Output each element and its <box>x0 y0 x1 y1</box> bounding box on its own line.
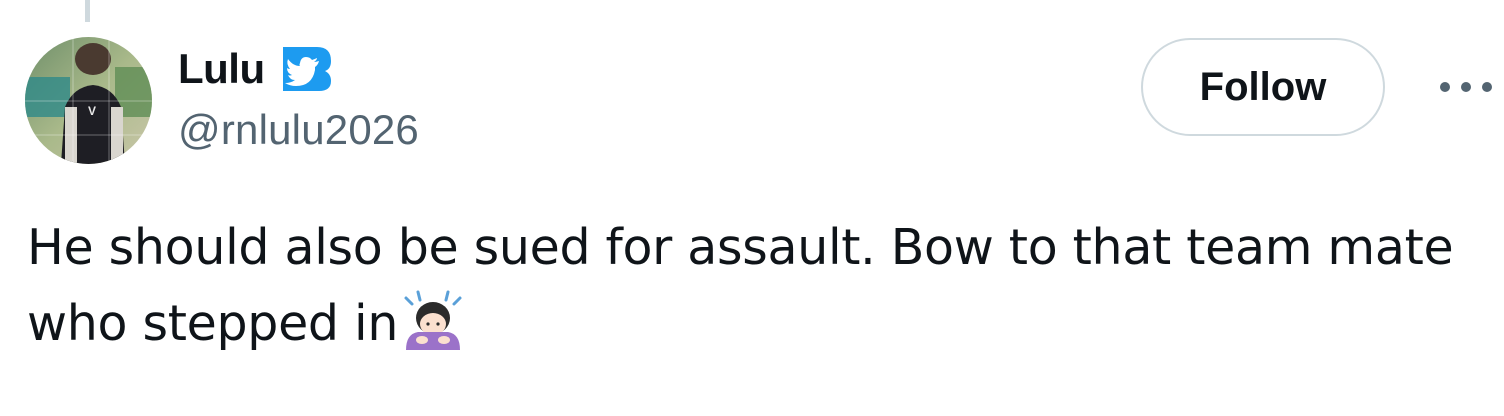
tweet-text-line: who stepped in <box>27 286 1467 362</box>
person-bowing-emoji-icon <box>400 288 466 354</box>
user-handle[interactable]: @rnlulu2026 <box>178 106 419 154</box>
name-row: Lulu <box>178 40 419 98</box>
svg-text:V: V <box>88 104 96 118</box>
more-horizontal-icon <box>1482 82 1492 92</box>
more-horizontal-icon <box>1440 82 1450 92</box>
more-options-button[interactable] <box>1440 70 1492 104</box>
tweet-text-fragment: who stepped in <box>27 295 399 352</box>
follow-button[interactable]: Follow <box>1141 38 1385 136</box>
display-name[interactable]: Lulu <box>178 45 265 93</box>
tweet-text-line: He should also be sued for assault. Bow … <box>27 219 1454 276</box>
user-info: Lulu @rnlulu2026 <box>178 40 419 154</box>
tweet-text: He should also be sued for assault. Bow … <box>27 210 1467 362</box>
avatar[interactable]: V <box>25 37 152 164</box>
more-horizontal-icon <box>1461 82 1471 92</box>
verified-badge-icon[interactable] <box>279 41 335 97</box>
avatar-photo: V <box>25 37 152 164</box>
thread-connector-line <box>85 0 90 22</box>
